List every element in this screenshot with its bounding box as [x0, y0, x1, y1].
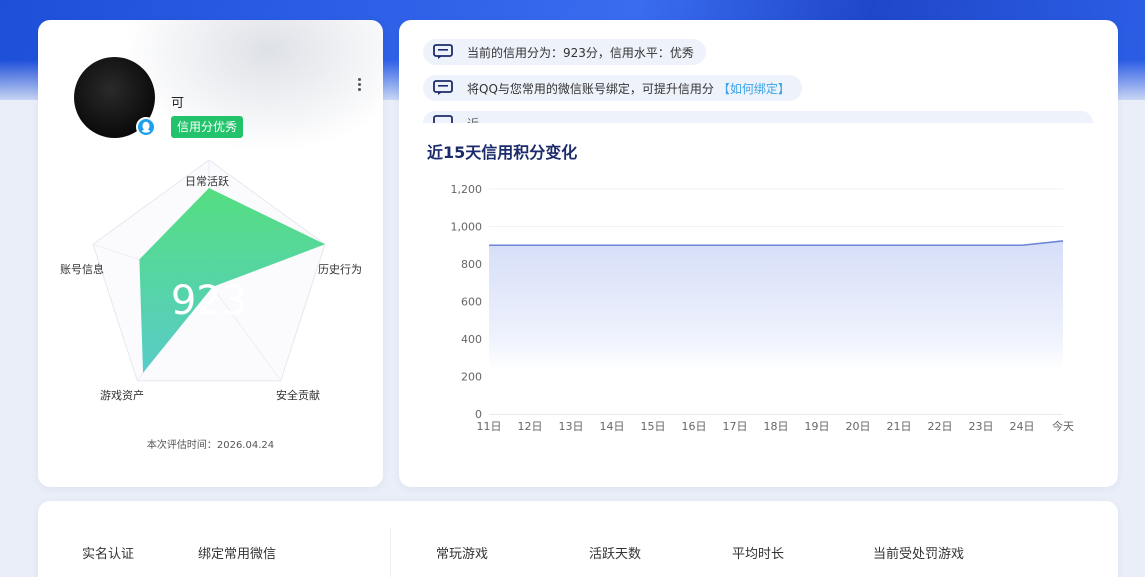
credit-score: 923	[171, 278, 247, 324]
credit-level-badge: 信用分优秀	[171, 116, 244, 138]
chart-title: 近15天信用积分变化	[427, 143, 578, 162]
qq-penguin-icon	[138, 119, 154, 135]
x-tick-label: 20日	[846, 420, 871, 433]
label-real-name: 实名认证	[82, 547, 135, 562]
radar-label-history: 历史行为	[318, 263, 362, 276]
radar-label-daily-activity: 日常活跃	[185, 174, 229, 188]
divider	[390, 528, 391, 577]
x-tick-label: 21日	[887, 420, 912, 433]
y-tick-label: 1,200	[451, 183, 483, 196]
y-tick-label: 800	[461, 258, 482, 271]
message-icon	[433, 80, 453, 95]
credit-line-chart: 02004006008001,0001,200 11日 12日 13日 14日 15日 1…	[451, 183, 1075, 433]
notice-text: 近… …… … … … …	[467, 115, 582, 123]
account-stats-card: 实名认证 绑定常用微信 常玩游戏 活跃天数 平均时长 当前受处罚游戏	[38, 501, 1118, 577]
credit-radar-chart: 日常活跃 历史行为 安全贡献 游戏资产 账号信息 923	[60, 160, 362, 402]
label-active-days: 活跃天数	[589, 547, 642, 562]
label-average-duration: 平均时长	[732, 547, 785, 562]
notice-bind-wechat: 将QQ与您常用的微信账号绑定，可提升信用分 【如何绑定】	[423, 75, 802, 101]
x-tick-label: 14日	[600, 420, 625, 433]
x-tick-label: 17日	[723, 420, 748, 433]
x-tick-label: 18日	[764, 420, 789, 433]
label-penalized-games: 当前受处罚游戏	[873, 547, 965, 562]
x-tick-label: 15日	[641, 420, 666, 433]
chart-series-line	[489, 240, 1064, 247]
message-icon	[433, 115, 453, 123]
notice-current-score: 当前的信用分为：923分，信用水平：优秀	[423, 39, 706, 65]
radar-label-security: 安全贡献	[276, 388, 320, 402]
qq-badge	[136, 117, 156, 137]
y-tick-label: 600	[461, 296, 482, 309]
x-tick-label: 24日	[1010, 420, 1035, 433]
credit-chart-card: 当前的信用分为：923分，信用水平：优秀 将QQ与您常用的微信账号绑定，可提升信…	[399, 20, 1118, 487]
radar-label-game-assets: 游戏资产	[100, 388, 144, 402]
y-tick-label: 400	[461, 333, 482, 346]
label-bind-wechat: 绑定常用微信	[198, 547, 277, 562]
evaluation-time: 本次评估时间：2026.04.24	[146, 440, 275, 451]
more-options-icon[interactable]	[354, 76, 364, 96]
y-tick-label: 200	[461, 371, 482, 384]
x-tick-label: 11日	[477, 420, 502, 433]
chart-area-fill	[489, 240, 1063, 414]
x-tick-label: 13日	[559, 420, 584, 433]
y-tick-label: 1,000	[451, 221, 483, 234]
x-tick-label: 今天	[1052, 419, 1074, 433]
notice-text: 将QQ与您常用的微信账号绑定，可提升信用分	[467, 81, 714, 96]
x-tick-label: 16日	[682, 420, 707, 433]
x-tick-label: 23日	[969, 420, 994, 433]
x-tick-label: 22日	[928, 420, 953, 433]
radar-label-account-info: 账号信息	[60, 262, 104, 276]
how-to-bind-link[interactable]: 【如何绑定】	[718, 80, 790, 97]
notice-text: 当前的信用分为：923分，信用水平：优秀	[467, 45, 694, 60]
username: 可	[171, 96, 185, 111]
label-frequent-games: 常玩游戏	[436, 547, 489, 562]
profile-card: 可 信用分优秀 日常活跃 历史行为 安全贡献 游戏资产 账号信息 923 本次评…	[38, 20, 383, 487]
x-tick-label: 19日	[805, 420, 830, 433]
notice-truncated: 近… …… … … … …	[423, 111, 1093, 123]
message-icon	[433, 44, 453, 59]
x-tick-label: 12日	[518, 420, 543, 433]
